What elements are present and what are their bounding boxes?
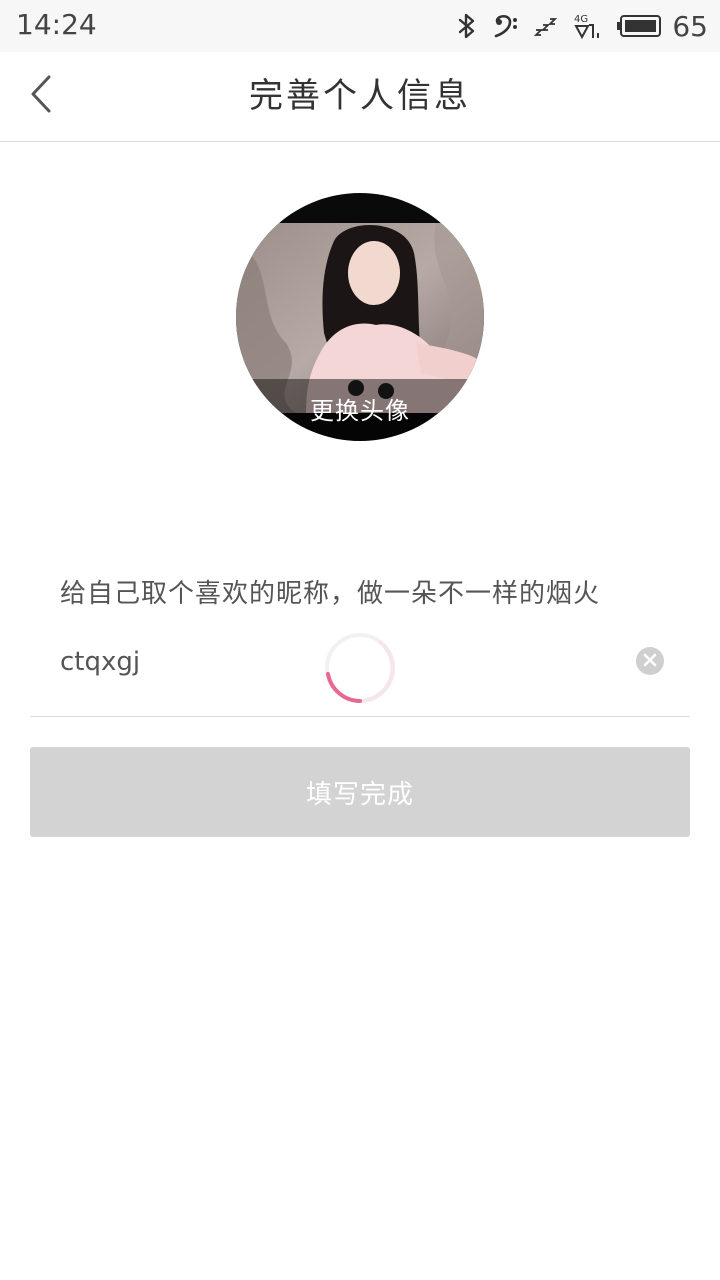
network-label: 4G <box>574 14 588 25</box>
submit-button[interactable]: 填写完成 <box>30 747 690 837</box>
bluetooth-icon <box>456 12 478 40</box>
input-divider <box>30 716 690 717</box>
battery-icon <box>616 14 662 38</box>
clear-input-button[interactable] <box>636 647 664 675</box>
loading-spinner <box>322 630 398 706</box>
change-avatar-label: 更换头像 <box>310 397 410 425</box>
sleep-icon <box>534 14 558 38</box>
status-time: 14:24 <box>16 8 97 41</box>
chevron-left-icon <box>27 73 57 119</box>
nickname-hint: 给自己取个喜欢的昵称，做一朵不一样的烟火 <box>60 579 601 609</box>
page-title: 完善个人信息 <box>249 76 471 116</box>
status-icons: 4G 65 <box>456 6 708 46</box>
avatar[interactable]: 更换头像 <box>236 193 484 441</box>
clear-icon <box>643 652 657 671</box>
battery-level: 65 <box>672 9 708 43</box>
back-button[interactable] <box>18 72 66 120</box>
bass-clef-icon <box>492 12 520 40</box>
header: 完善个人信息 <box>0 52 720 142</box>
status-bar: 14:24 4G 65 <box>0 0 720 52</box>
signal-4g-icon: 4G <box>572 11 602 41</box>
